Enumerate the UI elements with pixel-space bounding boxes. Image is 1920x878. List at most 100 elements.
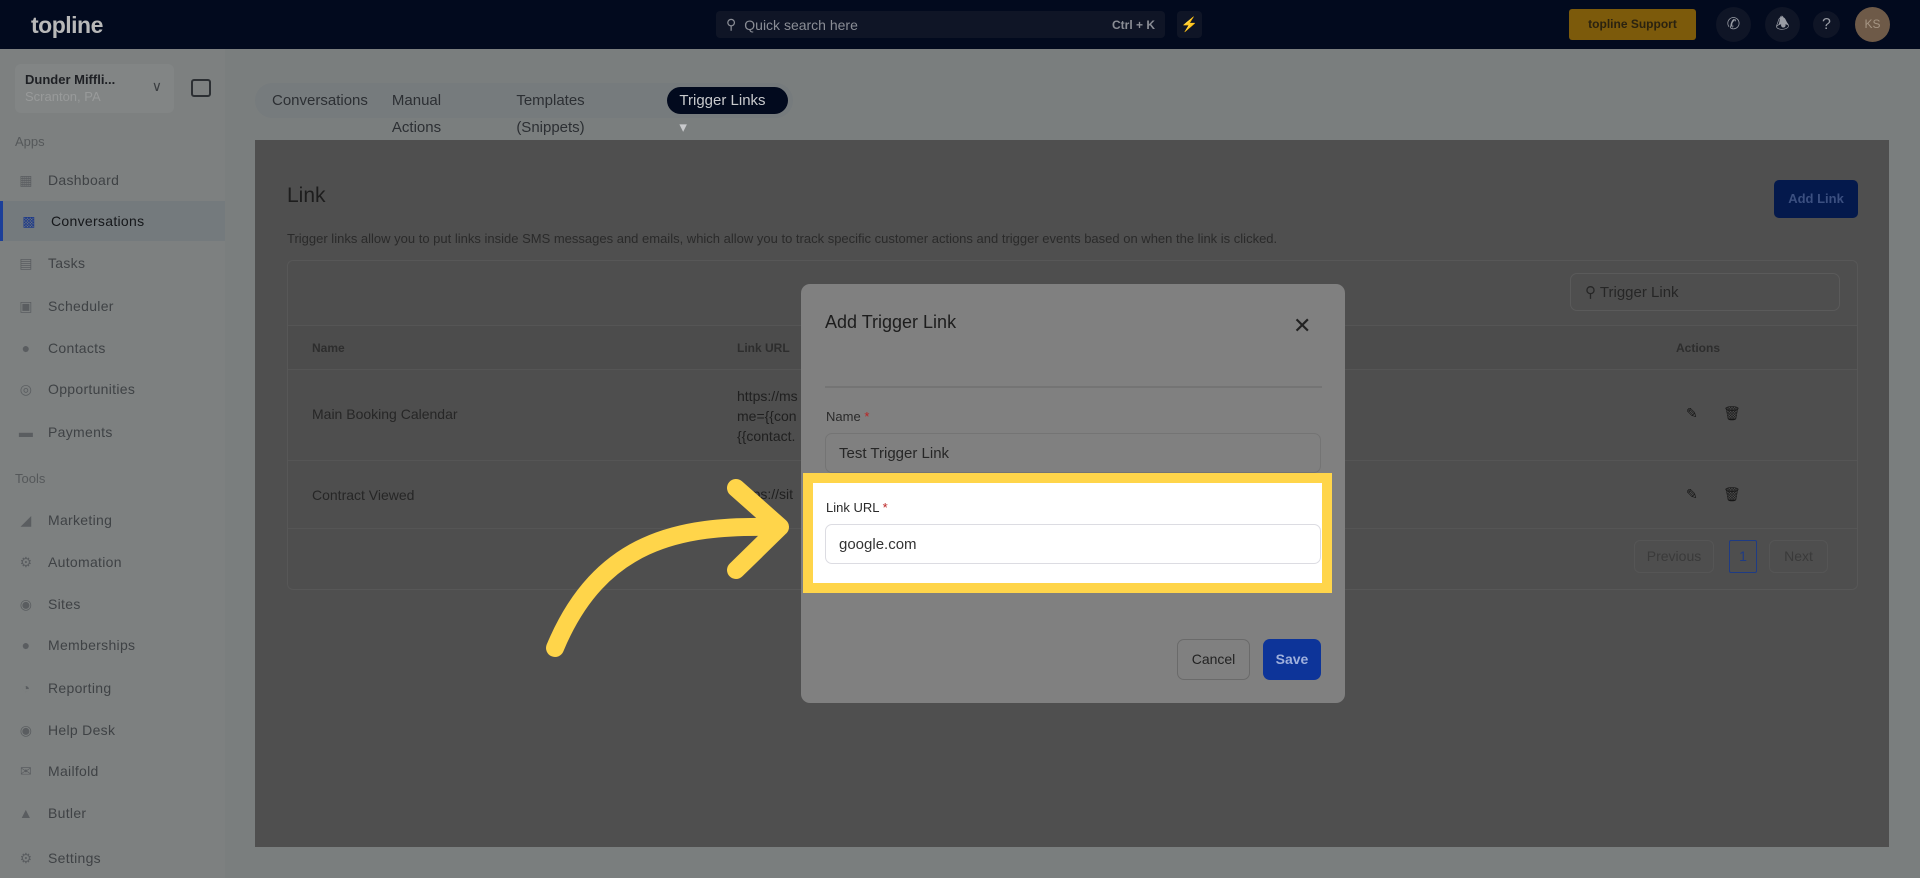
lightning-icon[interactable]: ⚡	[1177, 11, 1202, 38]
card-icon: ▬	[18, 424, 34, 440]
sidebar-item-label: Payments	[48, 424, 113, 440]
url-line: https://ms	[737, 388, 798, 404]
edit-icon[interactable]: ✎	[1686, 486, 1698, 503]
target-icon: ◎	[19, 380, 33, 397]
sidebar-item-label: Memberships	[48, 637, 136, 653]
sidebar-item-label: Reporting	[48, 680, 112, 696]
sidebar-item-payments[interactable]: ▬ Payments	[0, 412, 225, 452]
page-description: Trigger links allow you to put links ins…	[287, 231, 1278, 246]
avatar[interactable]: KS	[1855, 7, 1890, 42]
sidebar-item-label: Opportunities	[48, 381, 136, 397]
search-icon: ⚲	[726, 16, 737, 32]
phone-icon[interactable]: ✆	[1716, 7, 1751, 42]
dashboard-icon: ▦	[19, 171, 33, 188]
sidebar-item-conversations[interactable]: ▩ Conversations	[0, 201, 225, 241]
sidebar-item-label: Settings	[48, 850, 101, 866]
close-icon[interactable]: ✕	[1293, 313, 1311, 339]
column-header-name[interactable]: Name	[312, 341, 345, 355]
search-placeholder: Quick search here	[744, 16, 858, 33]
link-url-input[interactable]	[825, 524, 1321, 564]
sidebar-item-scheduler[interactable]: ▣ Scheduler	[0, 286, 225, 326]
sidebar-item-sites[interactable]: ◉ Sites	[0, 584, 225, 624]
sidebar-item-settings[interactable]: ⚙ Settings	[0, 838, 225, 878]
page-title: Link	[287, 184, 326, 207]
bell-icon[interactable]: 🕭	[1765, 7, 1800, 42]
sidebar-item-label: Dashboard	[48, 172, 120, 188]
next-page-button[interactable]: Next	[1769, 540, 1828, 573]
edit-icon[interactable]: ✎	[1686, 405, 1698, 422]
cancel-button[interactable]: Cancel	[1177, 639, 1250, 680]
name-input[interactable]	[825, 433, 1321, 473]
help-icon[interactable]: ?	[1813, 11, 1840, 38]
sidebar-item-mailfold[interactable]: ✉ Mailfold	[0, 751, 225, 791]
row-url: https://sit	[737, 486, 794, 502]
users-icon: ●	[21, 637, 31, 653]
chevron-down-icon: ▾	[679, 119, 687, 136]
tab-conversations[interactable]: Conversations	[260, 87, 380, 114]
calendar-icon: ▣	[19, 297, 33, 314]
sidebar-item-memberships[interactable]: ● Memberships	[0, 625, 225, 665]
apps-section-label: Apps	[15, 134, 45, 149]
mail-icon: ✉	[19, 762, 33, 779]
divider	[825, 386, 1322, 388]
tools-section-label: Tools	[15, 471, 46, 486]
sidebar-item-label: Mailfold	[48, 763, 99, 779]
tab-label: Trigger Links	[679, 92, 766, 109]
sidebar-item-tasks[interactable]: ▤ Tasks	[0, 243, 225, 283]
sidebar-item-help-desk[interactable]: ◉ Help Desk	[0, 710, 225, 750]
url-line: me={{con	[737, 408, 797, 424]
pie-icon: ◔	[21, 680, 31, 696]
sidebar-item-dashboard[interactable]: ▦ Dashboard	[0, 160, 225, 200]
trash-icon[interactable]: 🗑	[1723, 486, 1741, 503]
sidebar-item-label: Marketing	[48, 512, 113, 528]
row-url: https://ms me={{con {{contact.	[737, 386, 798, 446]
logo[interactable]: topline	[31, 12, 103, 39]
sidebar-item-label: Scheduler	[48, 298, 114, 314]
megaphone-icon: ◢	[20, 511, 32, 528]
sidebar-item-contacts[interactable]: ● Contacts	[0, 328, 225, 368]
sidebar-item-butler[interactable]: ▲ Butler	[0, 793, 225, 833]
link-url-label: Link URL *	[826, 500, 888, 515]
account-switcher[interactable]: Dunder Miffli... Scranton, PA ∨	[15, 64, 174, 113]
sidebar-item-automation[interactable]: ⚙ Automation	[0, 542, 225, 582]
name-label: Name *	[826, 409, 870, 424]
gears-icon: ⚙	[19, 553, 33, 570]
sidebar-item-label: Help Desk	[48, 722, 116, 738]
table-search-input[interactable]: ⚲ Trigger Link	[1570, 273, 1840, 311]
help-icon: ◉	[19, 721, 33, 738]
search-shortcut: Ctrl + K	[1111, 17, 1155, 32]
add-link-button[interactable]: Add Link	[1774, 180, 1858, 218]
sidebar-item-opportunities[interactable]: ◎ Opportunities	[0, 369, 225, 409]
search-icon: ⚲	[1585, 284, 1596, 301]
settings-icon: ⚙	[19, 849, 33, 866]
globe-icon: ◉	[19, 595, 33, 612]
quick-search[interactable]: ⚲ Quick search here Ctrl + K	[716, 11, 1165, 38]
url-line: {{contact.	[737, 428, 796, 444]
sidebar-item-label: Tasks	[48, 255, 86, 271]
cloche-icon: ▲	[18, 805, 34, 821]
tab-trigger-links[interactable]: Trigger Links ▾	[667, 87, 788, 136]
row-name: Contract Viewed	[312, 487, 415, 503]
person-icon: ●	[21, 340, 31, 356]
tab-templates[interactable]: Templates (Snippets)	[504, 87, 667, 136]
column-header-actions: Actions	[1676, 341, 1721, 355]
page-1-button[interactable]: 1	[1729, 540, 1757, 573]
save-button[interactable]: Save	[1263, 639, 1321, 680]
tab-bar: Conversations Manual Actions Templates (…	[255, 83, 793, 136]
sidebar-item-label: Butler	[48, 805, 87, 821]
account-name: Dunder Miffli...	[25, 72, 116, 87]
previous-page-button[interactable]: Previous	[1634, 540, 1714, 573]
sidebar-item-marketing[interactable]: ◢ Marketing	[0, 500, 225, 540]
chat-icon: ▩	[22, 212, 36, 229]
modal-title: Add Trigger Link	[825, 312, 957, 332]
sidebar-item-reporting[interactable]: ◔ Reporting	[0, 668, 225, 708]
tab-manual-actions[interactable]: Manual Actions	[380, 87, 504, 136]
column-header-url[interactable]: Link URL	[737, 341, 790, 355]
row-name: Main Booking Calendar	[312, 406, 458, 422]
sidebar-toggle-icon[interactable]	[191, 79, 211, 97]
sidebar-item-label: Automation	[48, 554, 122, 570]
sidebar-item-label: Conversations	[51, 213, 145, 229]
trash-icon[interactable]: 🗑	[1723, 405, 1741, 422]
account-location: Scranton, PA	[25, 89, 101, 104]
support-button[interactable]: topline Support	[1569, 9, 1696, 40]
